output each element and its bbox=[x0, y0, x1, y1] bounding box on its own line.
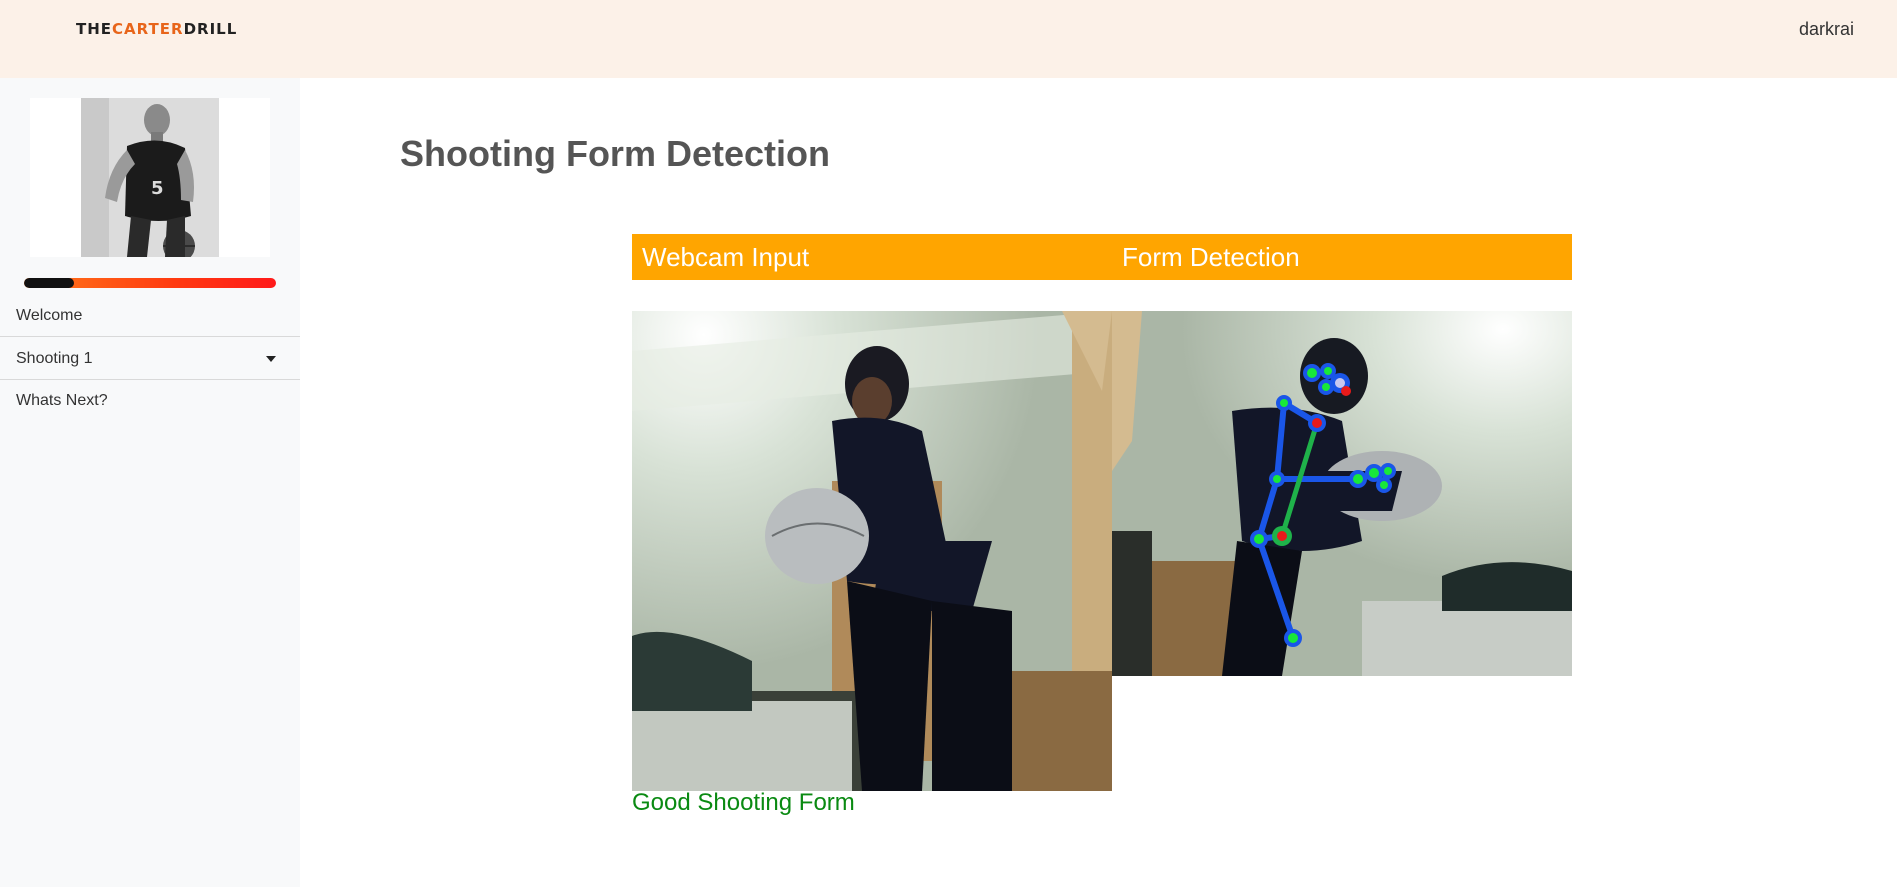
progress-bar bbox=[24, 278, 276, 288]
sidebar-item-label: Welcome bbox=[16, 307, 83, 324]
brand-part-drill: DRILL bbox=[183, 20, 238, 38]
panel-header-bar: Webcam Input Form Detection bbox=[632, 234, 1572, 280]
caret-down-icon bbox=[266, 356, 276, 362]
top-navbar: THECARTERDRILL darkrai bbox=[0, 0, 1897, 78]
form-detection-feed bbox=[1112, 311, 1572, 676]
svg-text:5: 5 bbox=[151, 178, 164, 199]
form-detection-frame-image bbox=[1112, 311, 1572, 676]
sidebar-item-welcome[interactable]: Welcome bbox=[0, 295, 300, 337]
progress-bar-fill bbox=[24, 278, 75, 288]
webcam-feed bbox=[632, 311, 1112, 791]
sidebar-item-label: Shooting 1 bbox=[16, 350, 93, 367]
brand-part-the: THE bbox=[76, 20, 113, 38]
sidebar-item-shooting-1[interactable]: Shooting 1 bbox=[0, 338, 300, 380]
sidebar-item-label: Whats Next? bbox=[16, 392, 108, 409]
webcam-frame-image bbox=[632, 311, 1112, 791]
page-title: Shooting Form Detection bbox=[400, 133, 830, 174]
sidebar: 5 Welcome Shooting 1 Whats Next? bbox=[0, 78, 300, 887]
player-photo-illustration: 5 bbox=[81, 98, 219, 257]
avatar-frame: 5 bbox=[30, 98, 270, 257]
username-link[interactable]: darkrai bbox=[1799, 19, 1854, 40]
sidebar-item-whats-next[interactable]: Whats Next? bbox=[0, 380, 300, 422]
player-photo: 5 bbox=[81, 98, 219, 257]
brand-logo[interactable]: THECARTERDRILL bbox=[76, 20, 237, 38]
form-detection-header: Form Detection bbox=[1122, 242, 1300, 272]
form-status-message: Good Shooting Form bbox=[632, 789, 855, 816]
brand-part-carter: CARTER bbox=[112, 20, 184, 38]
webcam-input-header: Webcam Input bbox=[642, 242, 810, 272]
